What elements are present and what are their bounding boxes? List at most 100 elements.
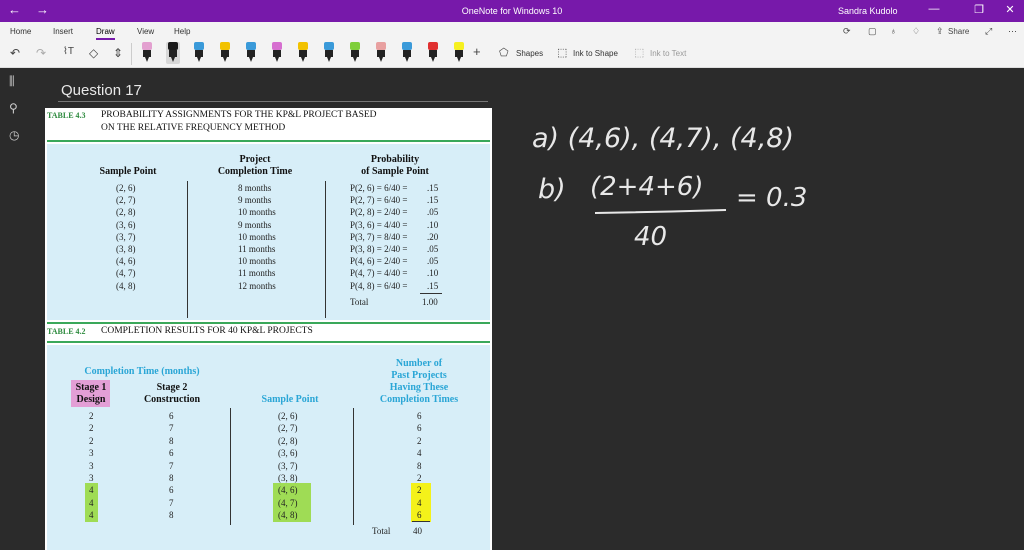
table43-cell-point: (3, 6): [116, 219, 136, 230]
tab-home[interactable]: Home: [10, 27, 31, 36]
toolbar-divider: [131, 43, 132, 65]
table43-cell-value: .05: [427, 207, 439, 218]
pen-body: [325, 50, 333, 57]
shapes-icon[interactable]: ⬠: [499, 46, 509, 59]
table43-cell-prob: P(4, 8) = 6/40 =: [350, 280, 408, 291]
pen-body: [273, 50, 281, 57]
pen-color-swatch: [402, 42, 412, 50]
table42-cell-stage2: 7: [169, 460, 174, 471]
table42-cell-count: 4: [417, 448, 422, 459]
pen-color-swatch: [324, 42, 334, 50]
table43-cell-time: 11 months: [238, 244, 276, 254]
table42-header-construction: Construction: [143, 394, 201, 405]
ink-line-b-result: = 0.3: [736, 183, 807, 213]
table43-cell-time: 9 months: [238, 195, 272, 206]
pen-tip: [301, 57, 305, 62]
tab-draw[interactable]: Draw: [96, 27, 115, 40]
table43-cell-time: 8 months: [238, 183, 272, 193]
table43-cell-prob: P(2, 7) = 6/40 =: [350, 195, 408, 206]
share-icon[interactable]: ⇪: [936, 26, 944, 37]
table42-cell-stage2: 8: [169, 473, 174, 483]
table43-label: TABLE 4.3: [47, 111, 86, 120]
pen-4[interactable]: [218, 42, 232, 64]
table43-cell-point: (3, 7): [116, 231, 136, 242]
table43-cell-point: (4, 6): [116, 256, 136, 267]
more-options-icon[interactable]: ⋯: [1008, 26, 1017, 37]
tab-view[interactable]: View: [137, 27, 154, 36]
pen-7[interactable]: [296, 42, 310, 64]
add-pen-icon[interactable]: +: [473, 44, 481, 59]
undo-icon[interactable]: ↶: [10, 46, 20, 60]
table42-total-label: Total: [372, 526, 391, 536]
table43-cell-value: .20: [427, 231, 439, 242]
sync-icon[interactable]: ⟳: [843, 26, 851, 37]
ribbon-tabs: Home Insert Draw View Help ⟳ ▢ ♁ ♢ ⇪ Sha…: [0, 22, 1024, 40]
share-button[interactable]: Share: [948, 27, 969, 36]
table43-header-completion-time: Completion Time: [217, 166, 293, 177]
table42-cell-stage1: 2: [89, 411, 94, 421]
search-icon[interactable]: ⚲: [9, 101, 18, 115]
tab-insert[interactable]: Insert: [53, 27, 73, 36]
title-bar: ← → OneNote for Windows 10 Sandra Kudolo…: [0, 0, 1024, 22]
pen-10[interactable]: [374, 42, 388, 64]
lightbulb-icon[interactable]: ♁: [890, 26, 897, 36]
table42-cell-point: (3, 6): [278, 448, 298, 459]
pen-8[interactable]: [322, 42, 336, 64]
pen-body: [377, 50, 385, 57]
table42-cell-count: 2: [417, 473, 422, 483]
ink-to-text-icon[interactable]: ⬚: [634, 46, 644, 59]
pen-1[interactable]: [140, 42, 154, 64]
pen-color-swatch: [376, 42, 386, 50]
page-title[interactable]: Question 17: [61, 82, 142, 99]
pen-body: [195, 50, 203, 57]
table42-cell-count: 6: [417, 510, 422, 521]
notebooks-icon[interactable]: ⫼: [9, 74, 15, 89]
table43-cell-time: 11 months: [238, 268, 276, 279]
pen-13[interactable]: [452, 42, 466, 64]
table42-divider-2: [353, 408, 354, 525]
redo-icon[interactable]: ↷: [36, 46, 46, 60]
pen-2[interactable]: [166, 42, 180, 64]
pen-5[interactable]: [244, 42, 258, 64]
pen-tip: [405, 57, 409, 62]
minimize-icon[interactable]: —: [924, 3, 944, 15]
pen-9[interactable]: [348, 42, 362, 64]
table42-cell-stage2: 6: [169, 448, 174, 459]
sticky-notes-icon[interactable]: ▢: [868, 26, 877, 37]
lasso-select-icon[interactable]: ⌇T: [63, 46, 74, 57]
title-underline: [58, 101, 488, 102]
pen-12[interactable]: [426, 42, 440, 64]
shapes-button[interactable]: Shapes: [516, 49, 543, 58]
handwritten-answer[interactable]: a) (4,6), (4,7), (4,8) b) (2+4+6) 40 = 0…: [500, 100, 1000, 270]
table42-header-design: Design: [76, 394, 106, 405]
pen-6[interactable]: [270, 42, 284, 64]
eraser-icon[interactable]: ◇: [89, 46, 98, 60]
table42-divider-1: [230, 408, 231, 525]
pen-color-swatch: [454, 42, 464, 50]
table43-header-of-sample-point: of Sample Point: [361, 166, 429, 177]
add-space-icon[interactable]: ⇕: [113, 46, 123, 60]
tab-help[interactable]: Help: [174, 27, 190, 36]
ink-fraction-bar: [594, 209, 727, 214]
table43-divider-2: [325, 181, 326, 318]
ink-to-shape-button[interactable]: Ink to Shape: [573, 49, 618, 58]
table42-caption: COMPLETION RESULTS FOR 40 KP&L PROJECTS: [101, 326, 313, 336]
table42-cell-point: (2, 8): [278, 435, 298, 446]
table43-total-value: 1.00: [422, 297, 438, 307]
table43-cell-time: 12 months: [238, 280, 276, 291]
pen-tip: [431, 57, 435, 62]
close-icon[interactable]: ✕: [1000, 3, 1020, 16]
table42-cell-count: 4: [417, 497, 422, 508]
pen-body: [221, 50, 229, 57]
ink-to-text-button[interactable]: Ink to Text: [650, 49, 686, 58]
recent-clock-icon[interactable]: ◷: [9, 128, 19, 142]
fullscreen-icon[interactable]: ⤢: [985, 26, 992, 37]
ink-to-shape-icon[interactable]: ⬚: [557, 46, 567, 59]
pen-11[interactable]: [400, 42, 414, 64]
user-name[interactable]: Sandra Kudolo: [838, 6, 898, 16]
pen-3[interactable]: [192, 42, 206, 64]
table42-total-value: 40: [413, 526, 422, 536]
table42-cell-count: 2: [417, 435, 422, 446]
bell-icon[interactable]: ♢: [912, 26, 920, 37]
maximize-icon[interactable]: ❐: [969, 3, 989, 16]
